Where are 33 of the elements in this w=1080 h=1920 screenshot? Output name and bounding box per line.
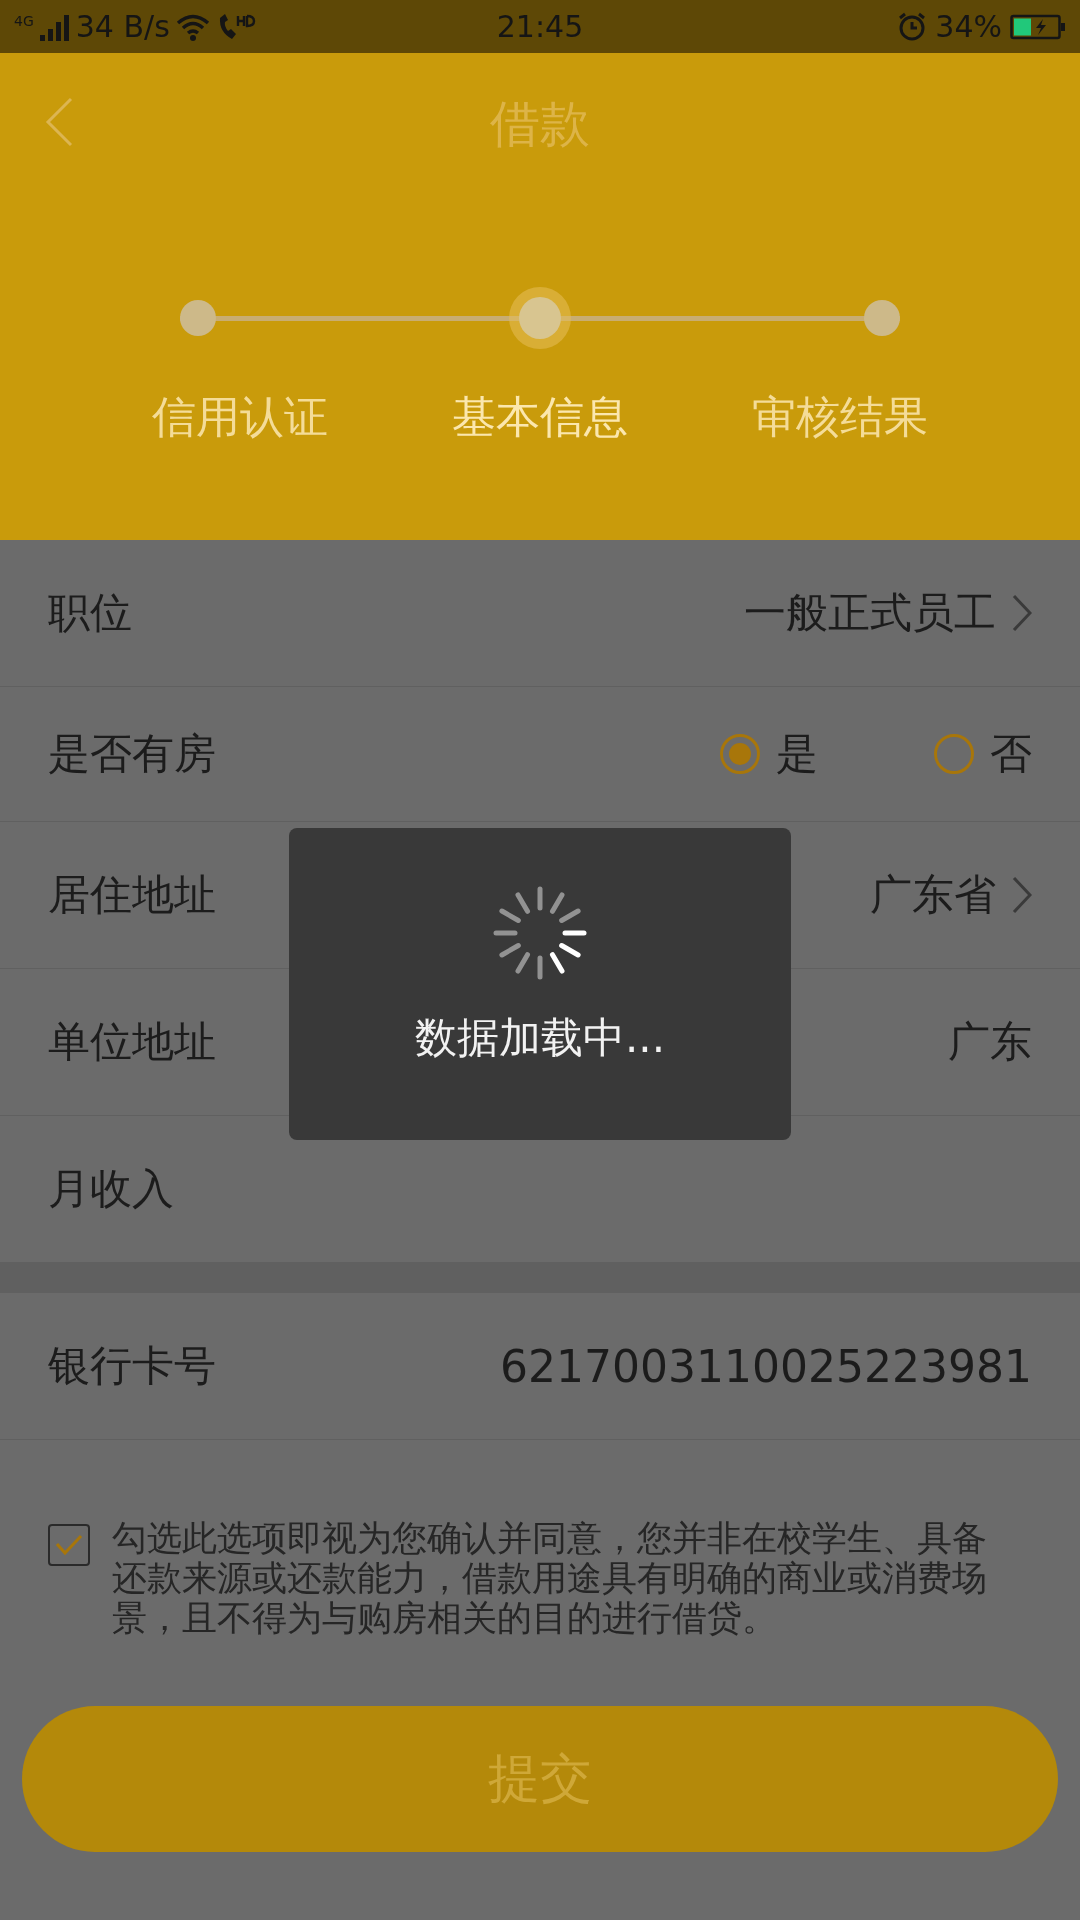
back-icon[interactable] [44, 97, 74, 147]
chevron-icon [1012, 594, 1032, 632]
battery-level: 34% [935, 9, 1002, 44]
check-icon [54, 1533, 84, 1557]
field-value: 一般正式员工 [744, 587, 996, 639]
page-title: 借款 [490, 94, 590, 155]
field-label: 是否有房 [48, 728, 216, 780]
step-label: 审核结果 [751, 390, 929, 444]
option-label: 否 [990, 728, 1032, 780]
field-label: 月收入 [48, 1163, 174, 1215]
field-value: 广东省 [870, 869, 996, 921]
radio-button[interactable] [934, 734, 974, 774]
chevron-icon [1012, 876, 1032, 914]
signal-icon [39, 12, 70, 41]
field-label: 银行卡号 [48, 1340, 216, 1392]
step-label: 基本信息 [451, 390, 629, 444]
card-number: 6217003110025223981 [500, 1340, 1032, 1392]
network-type: 4G [14, 13, 34, 29]
field-value: 广东 [948, 1016, 1032, 1068]
network-speed: 34 B/s [75, 9, 170, 44]
agreement-checkbox[interactable] [48, 1524, 90, 1566]
field-label: 职位 [48, 587, 132, 639]
field-label: 单位地址 [48, 1016, 216, 1068]
radio-button[interactable] [720, 734, 760, 774]
wifi-icon [175, 12, 210, 41]
alarm-icon [897, 11, 928, 42]
agreement-text: 勾选此选项即视为您确认并同意，您并非在校学生、具备还款来源或还款能力，借款用途具有明确的商业或消费场景，且不得为与购房相关的目的进行借贷。 [112, 1518, 988, 1638]
step-label: 信用认证 [151, 390, 329, 444]
battery-icon [1010, 12, 1066, 41]
loading-text: 数据加载中... [414, 1012, 666, 1064]
option-label: 是 [776, 728, 818, 780]
clock-time: 21:45 [496, 9, 584, 44]
field-label: 居住地址 [48, 869, 216, 921]
